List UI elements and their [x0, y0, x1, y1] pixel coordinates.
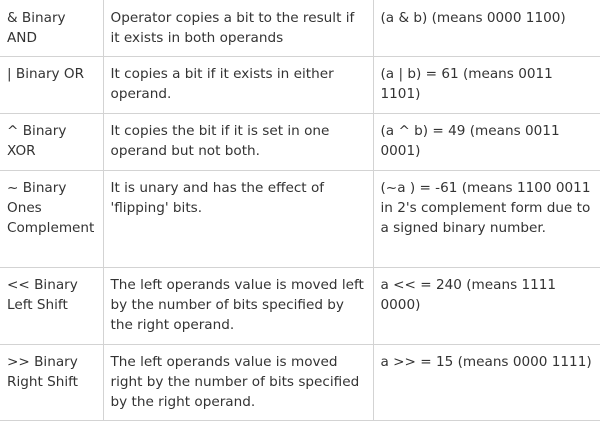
operator-cell: | Binary OR	[0, 56, 103, 114]
example-cell: (a | b) = 61 (means 0011 1101)	[372, 56, 600, 114]
operator-cell: ^ Binary XOR	[0, 113, 103, 171]
table-row-binary-xor: ^ Binary XOR It copies the bit if it is …	[0, 113, 600, 171]
example-cell: a >> = 15 (means 0000 1111)	[372, 344, 600, 421]
operator-cell: >> Binary Right Shift	[0, 344, 103, 421]
example-cell: (a & b) (means 0000 1100)	[372, 0, 600, 57]
example-cell: (~a ) = -61 (means 1100 0011 in 2's comp…	[372, 170, 600, 268]
table-row-right-shift: >> Binary Right Shift The left operands …	[0, 344, 600, 421]
description-cell: It is unary and has the effect of 'flipp…	[102, 170, 373, 268]
operator-cell: ~ Binary Ones Complement	[0, 170, 103, 268]
operator-cell: & Binary AND	[0, 0, 103, 57]
table-row-binary-or: | Binary OR It copies a bit if it exists…	[0, 56, 600, 114]
description-cell: Operator copies a bit to the result if i…	[102, 0, 373, 57]
example-cell: a << = 240 (means 1111 0000)	[372, 267, 600, 345]
example-cell: (a ^ b) = 49 (means 0011 0001)	[372, 113, 600, 171]
table-row-binary-and: & Binary AND Operator copies a bit to th…	[0, 0, 600, 57]
operator-cell: << Binary Left Shift	[0, 267, 103, 345]
table-row-left-shift: << Binary Left Shift The left operands v…	[0, 267, 600, 345]
description-cell: The left operands value is moved left by…	[102, 267, 373, 345]
description-cell: The left operands value is moved right b…	[102, 344, 373, 421]
description-cell: It copies a bit if it exists in either o…	[102, 56, 373, 114]
bitwise-operators-table: & Binary AND Operator copies a bit to th…	[0, 0, 600, 421]
table-row-ones-complement: ~ Binary Ones Complement It is unary and…	[0, 170, 600, 268]
description-cell: It copies the bit if it is set in one op…	[102, 113, 373, 171]
